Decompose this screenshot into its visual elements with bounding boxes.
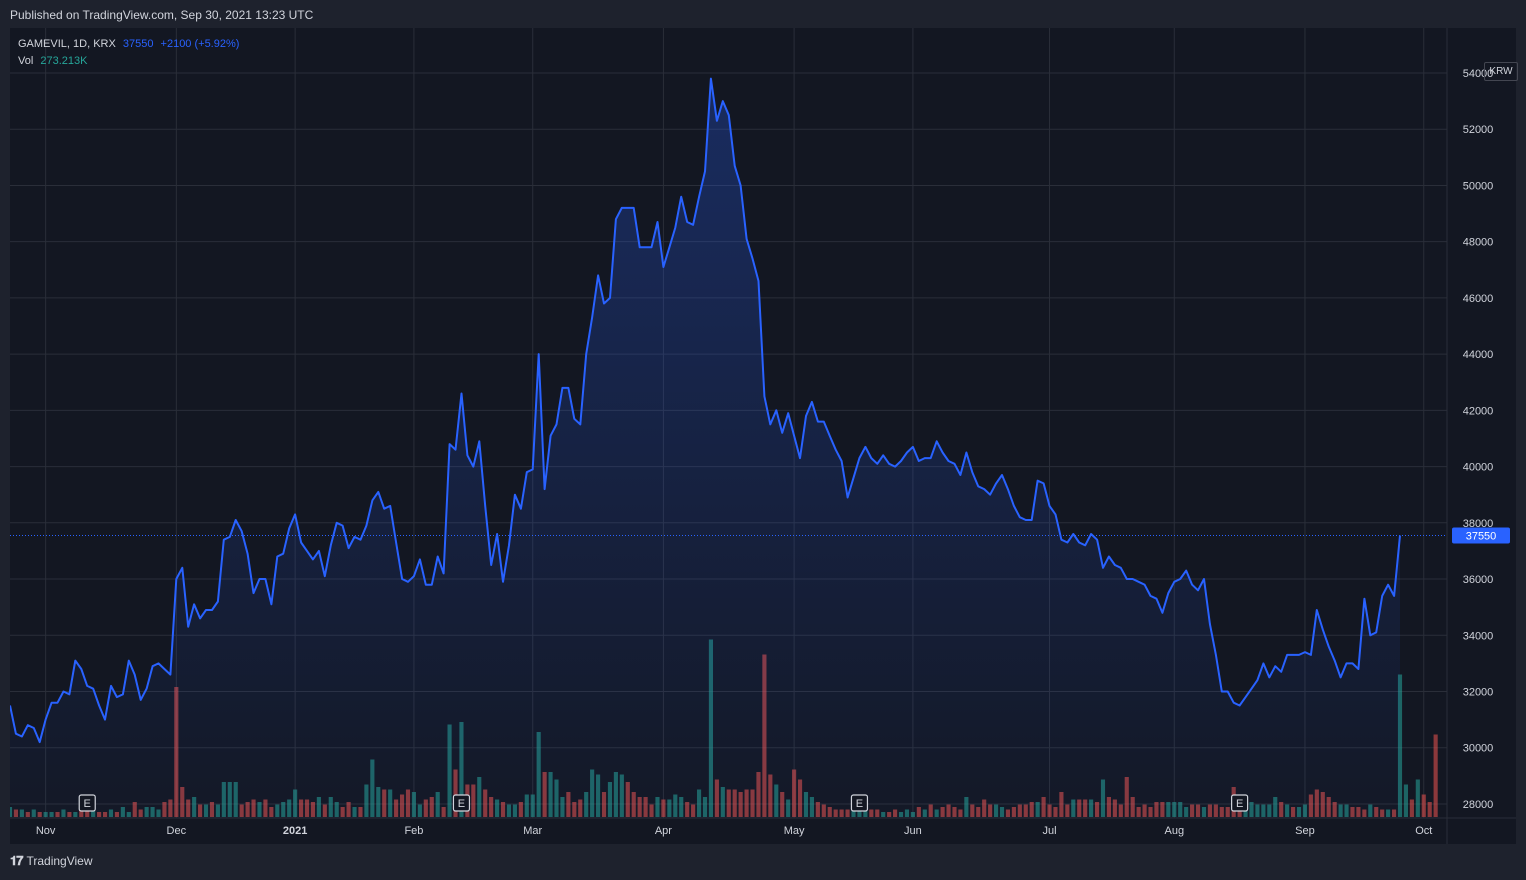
- price-axis-label: 44000: [1463, 349, 1494, 361]
- last-price-text: 37550: [1466, 530, 1497, 542]
- price-axis-label: 30000: [1463, 743, 1494, 755]
- price-axis-label: 52000: [1463, 124, 1494, 136]
- time-axis-label: Nov: [36, 825, 56, 837]
- volume-bar: [1421, 794, 1426, 817]
- legend-symbol[interactable]: GAMEVIL, 1D, KRX: [18, 38, 116, 50]
- legend-last-value: 37550: [122, 38, 154, 50]
- top-bar: Published on TradingView.com, Sep 30, 20…: [0, 0, 1526, 28]
- time-axis-label: May: [784, 825, 805, 837]
- price-axis-label: 48000: [1463, 237, 1494, 249]
- time-axis-label: Mar: [523, 825, 542, 837]
- price-axis-label: 32000: [1463, 686, 1494, 698]
- time-axis-label: Aug: [1164, 825, 1184, 837]
- earnings-marker-label: E: [84, 798, 91, 810]
- earnings-marker-label: E: [856, 798, 863, 810]
- time-axis[interactable]: Nov Dec 2021 Feb Mar Apr May Jun Jul Aug Sep Oct: [36, 825, 1432, 837]
- time-axis-label: Oct: [1415, 825, 1432, 837]
- price-chart[interactable]: EEEE 28000300003200034000360003800040000…: [10, 28, 1516, 844]
- time-axis-label: Apr: [655, 825, 672, 837]
- earnings-marker[interactable]: E: [78, 794, 96, 812]
- price-axis-label: 40000: [1463, 462, 1494, 474]
- legend-change: +2100 (+5.92%): [160, 38, 240, 50]
- volume-bar: [1409, 799, 1414, 817]
- volume-bar: [1427, 802, 1432, 817]
- price-axis-label: 34000: [1463, 630, 1494, 642]
- time-axis-label: Dec: [167, 825, 187, 837]
- time-axis-label: Jun: [904, 825, 922, 837]
- price-axis-label: 28000: [1463, 799, 1494, 811]
- currency-label[interactable]: KRW: [1484, 62, 1518, 81]
- brand-name[interactable]: TradingView: [26, 854, 92, 868]
- volume-bar: [1433, 734, 1438, 817]
- tradingview-logo-icon[interactable]: 𝟏𝟕: [10, 853, 24, 869]
- price-axis-label: 42000: [1463, 405, 1494, 417]
- earnings-marker[interactable]: E: [850, 794, 869, 812]
- legend-vol-value: 273.213K: [40, 55, 88, 67]
- earnings-marker[interactable]: E: [452, 794, 471, 812]
- price-axis[interactable]: 2800030000320003400036000380004000042000…: [1463, 68, 1494, 811]
- volume-bar: [1415, 779, 1420, 817]
- time-axis-label: Jul: [1042, 825, 1056, 837]
- earnings-marker[interactable]: E: [1231, 794, 1249, 812]
- earnings-marker-label: E: [458, 798, 465, 810]
- legend: GAMEVIL, 1D, KRX 37550 +2100 (+5.92%) Vo…: [18, 36, 243, 70]
- time-axis-label: 2021: [283, 825, 307, 837]
- price-axis-label: 46000: [1463, 293, 1494, 305]
- volume-bar: [1403, 784, 1409, 817]
- footer: 𝟏𝟕 TradingView: [10, 853, 93, 869]
- legend-volume-row: Vol 273.213K: [18, 53, 243, 70]
- chart-pane[interactable]: EEEE 28000 30000 32000 34000 36000 38000 40000…: [10, 28, 1518, 844]
- price-axis-label: 36000: [1463, 574, 1494, 586]
- time-axis-label: Sep: [1295, 825, 1315, 837]
- time-axis-label: Feb: [404, 825, 423, 837]
- earnings-marker-label: E: [1236, 798, 1243, 810]
- legend-vol-label[interactable]: Vol: [18, 55, 33, 67]
- published-info: Published on TradingView.com, Sep 30, 20…: [10, 8, 314, 22]
- price-area-fill: [10, 78, 1400, 819]
- price-axis-label: 50000: [1463, 180, 1494, 192]
- legend-price-row: GAMEVIL, 1D, KRX 37550 +2100 (+5.92%): [18, 36, 243, 53]
- price-area: [10, 77, 1401, 819]
